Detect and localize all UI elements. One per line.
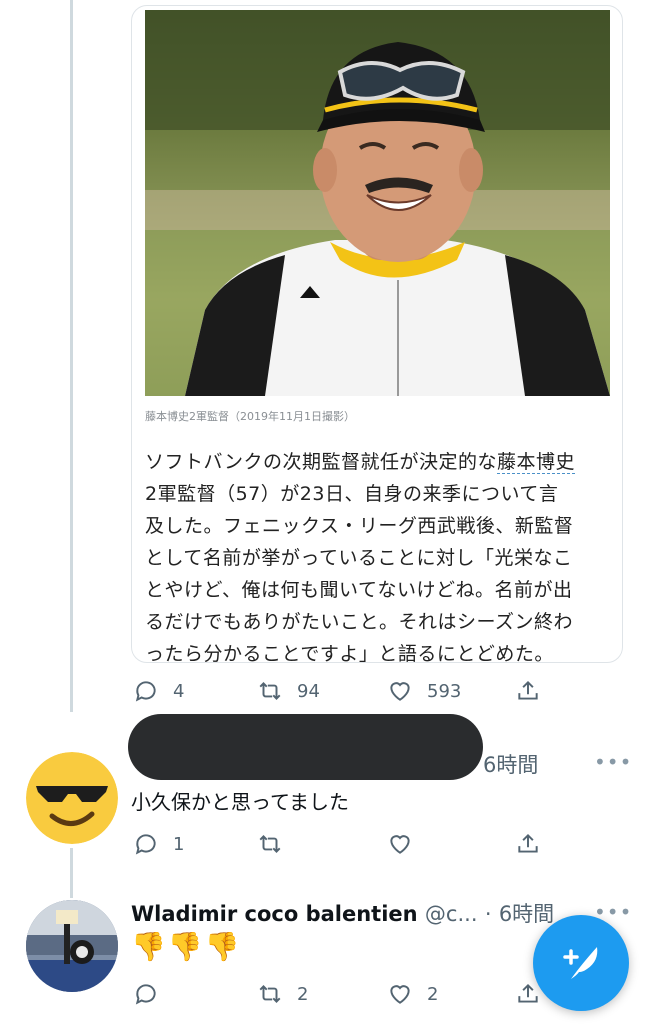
person-link[interactable]: 藤本博史 xyxy=(496,451,575,474)
reply-icon xyxy=(135,681,156,702)
article-line: ソフトバンクの次期監督就任が決定的な藤本博史 xyxy=(145,446,615,478)
tweet-actions: 2 2 xyxy=(131,978,551,1010)
retweet-icon xyxy=(259,835,281,853)
article-line: 及した。フェニックス・リーグ西武戦後、新監督 xyxy=(145,515,574,537)
time-separator: · xyxy=(484,902,492,926)
compose-tweet-icon xyxy=(563,947,598,979)
share-icon xyxy=(518,983,538,1003)
more-options-button[interactable]: ••• xyxy=(594,750,632,774)
reply-button[interactable]: 4 xyxy=(133,675,184,707)
share-icon xyxy=(518,680,538,700)
reply-button[interactable] xyxy=(133,978,159,1010)
retweet-button[interactable]: 94 xyxy=(257,675,320,707)
tweet-time: 6時間 xyxy=(498,902,555,926)
stadium-photo-avatar xyxy=(26,900,118,992)
user-handle[interactable]: @c... xyxy=(425,902,478,926)
like-icon xyxy=(390,682,410,701)
display-name[interactable]: Wladimir coco balentien xyxy=(131,902,418,926)
avatar[interactable] xyxy=(26,900,118,992)
reply-icon xyxy=(135,984,156,1005)
article-line-text: ソフトバンクの次期監督就任が決定的な xyxy=(145,451,497,473)
reply-count: 1 xyxy=(173,833,185,855)
tweet-time: 6時間 xyxy=(483,753,539,777)
like-icon xyxy=(390,835,410,854)
like-icon xyxy=(390,985,410,1004)
author-line: Wladimir coco balentien @c... · 6時間 xyxy=(131,898,554,928)
thread-line xyxy=(70,848,73,898)
retweet-button[interactable]: 2 xyxy=(257,978,308,1010)
retweet-count: 2 xyxy=(297,983,309,1005)
tweet-actions: 4 94 593 xyxy=(131,675,551,707)
retweet-count: 94 xyxy=(297,680,320,702)
reply-button[interactable]: 1 xyxy=(133,828,184,860)
retweet-icon xyxy=(259,985,281,1003)
share-button[interactable] xyxy=(515,828,541,860)
reply-icon xyxy=(135,834,156,855)
tweet-text: 小久保かと思ってました xyxy=(131,790,349,814)
article-line: ったら分かることですよ」と語るにとどめた。 xyxy=(145,643,554,663)
share-icon xyxy=(518,833,538,853)
tweet-actions: 1 xyxy=(131,828,551,860)
coach-photo-illustration xyxy=(145,10,610,396)
article-line: として名前が挙がっていることに対し「光栄なこ xyxy=(145,547,573,569)
article-photo xyxy=(145,10,610,396)
thread-line xyxy=(70,0,73,712)
like-count: 593 xyxy=(427,680,462,702)
like-button[interactable]: 2 xyxy=(387,978,438,1010)
avatar[interactable] xyxy=(26,752,118,844)
sunglasses-emoji-icon xyxy=(26,752,118,844)
retweet-icon xyxy=(259,682,281,700)
reply-count: 4 xyxy=(173,680,185,702)
tweet-text: 👎👎👎 xyxy=(131,930,242,963)
article-line: 2軍監督（57）が23日、自身の来季について言 xyxy=(145,483,559,505)
share-button[interactable] xyxy=(515,675,541,707)
article-text[interactable]: ソフトバンクの次期監督就任が決定的な藤本博史 2軍監督（57）が23日、自身の来… xyxy=(145,446,615,663)
article-line: るだけでもありがたいこと。それはシーズン終わ xyxy=(145,611,574,633)
article-line: とやけど、俺は何も聞いてないけどね。名前が出 xyxy=(145,579,573,601)
compose-tweet-button[interactable] xyxy=(533,915,629,1011)
retweet-button[interactable] xyxy=(257,828,283,860)
redacted-username xyxy=(128,714,483,780)
quoted-article-card[interactable]: 藤本博史2軍監督（2019年11月1日撮影） ソフトバンクの次期監督就任が決定的… xyxy=(131,5,623,663)
like-count: 2 xyxy=(427,983,439,1005)
like-button[interactable] xyxy=(387,828,413,860)
photo-caption: 藤本博史2軍監督（2019年11月1日撮影） xyxy=(145,410,355,423)
like-button[interactable]: 593 xyxy=(387,675,461,707)
